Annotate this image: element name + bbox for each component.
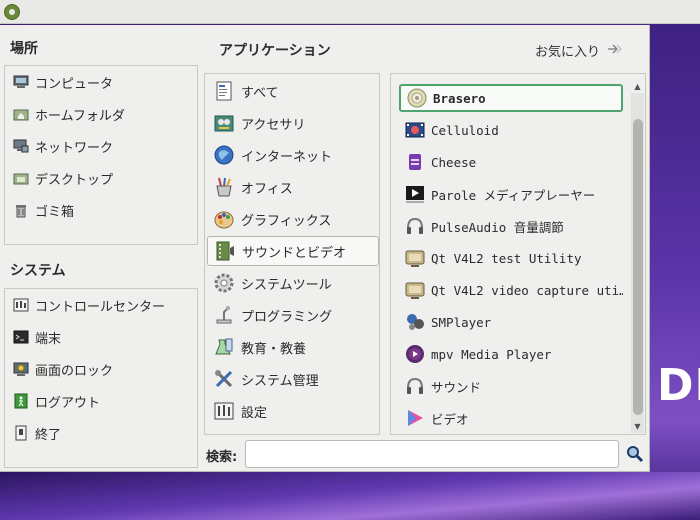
category-system-tools[interactable]: システムツール [207, 268, 379, 298]
home-folder-icon [13, 106, 29, 122]
all-apps-icon [213, 80, 235, 102]
apps-scrollbar-thumb[interactable] [633, 119, 643, 415]
app-pulseaudio[interactable]: PulseAudio 音量調節 [399, 212, 623, 240]
places-panel: コンピュータ ホームフォルダ ネットワーク デスクトップ ゴミ箱 [4, 65, 198, 245]
category-accessories[interactable]: アクセサリ [207, 108, 379, 138]
category-administration[interactable]: システム管理 [207, 364, 379, 394]
places-title: 場所 [10, 41, 38, 57]
app-parole[interactable]: Parole メディアプレーヤー [399, 180, 623, 208]
category-all[interactable]: すべて [207, 76, 379, 106]
office-icon [213, 176, 235, 198]
categories-panel: すべて アクセサリ インターネット オフィス グラフィックス サウンドとビデオ … [204, 73, 380, 435]
trash-icon [13, 202, 29, 218]
arrow-right-icon [606, 42, 622, 59]
desktop-wallpaper-bottom [0, 472, 700, 520]
search-input[interactable] [245, 440, 619, 468]
education-icon [213, 336, 235, 358]
application-menu: 場所 コンピュータ ホームフォルダ ネットワーク デスクトップ ゴミ箱 システム… [0, 25, 650, 472]
app-qvidcap[interactable]: Qt V4L2 video capture uti… [399, 276, 623, 304]
terminal-icon [13, 329, 29, 345]
category-graphics[interactable]: グラフィックス [207, 204, 379, 234]
cheese-icon [405, 152, 425, 172]
search-icon[interactable] [626, 445, 644, 463]
system-logout[interactable]: ログアウト [5, 387, 195, 415]
mpv-icon [405, 344, 425, 364]
desktop-folder-icon [13, 170, 29, 186]
parole-icon [405, 184, 425, 204]
video-icon [405, 408, 425, 428]
search-label: 検索: [206, 450, 238, 465]
system-panel: コントロールセンター 端末 画面のロック ログアウト 終了 [4, 288, 198, 468]
system-tools-icon [213, 272, 235, 294]
pulseaudio-icon [405, 216, 425, 236]
place-desktop[interactable]: デスクトップ [5, 164, 195, 192]
category-settings[interactable]: 設定 [207, 396, 379, 426]
scroll-up-icon[interactable]: ▲ [631, 81, 644, 93]
settings-icon [213, 400, 235, 422]
system-title: システム [10, 263, 66, 279]
desktop-wallpaper [650, 24, 700, 520]
category-sound-video[interactable]: サウンドとビデオ [207, 236, 379, 266]
celluloid-icon [405, 120, 425, 140]
menu-logo-icon[interactable] [4, 4, 20, 20]
shutdown-icon [13, 425, 29, 441]
category-education[interactable]: 教育・教養 [207, 332, 379, 362]
place-trash[interactable]: ゴミ箱 [5, 196, 195, 224]
administration-icon [213, 368, 235, 390]
system-terminal[interactable]: 端末 [5, 323, 195, 351]
internet-icon [213, 144, 235, 166]
scroll-down-icon[interactable]: ▼ [631, 421, 644, 433]
app-sound[interactable]: サウンド [399, 372, 623, 400]
app-cheese[interactable]: Cheese [399, 148, 623, 176]
app-celluloid[interactable]: Celluloid [399, 116, 623, 144]
computer-icon [13, 74, 29, 90]
category-programming[interactable]: プログラミング [207, 300, 379, 330]
sound-icon [405, 376, 425, 396]
network-icon [13, 138, 29, 154]
graphics-icon [213, 208, 235, 230]
accessories-icon [213, 112, 235, 134]
app-smplayer[interactable]: SMPlayer [399, 308, 623, 336]
app-brasero[interactable]: Brasero [399, 84, 623, 112]
app-video[interactable]: ビデオ [399, 404, 623, 432]
logout-icon [13, 393, 29, 409]
app-qv4l2[interactable]: Qt V4L2 test Utility [399, 244, 623, 272]
place-network[interactable]: ネットワーク [5, 132, 195, 160]
programming-icon [213, 304, 235, 326]
category-office[interactable]: オフィス [207, 172, 379, 202]
brasero-disc-icon [407, 88, 427, 108]
favorites-button[interactable]: お気に入り [535, 41, 622, 60]
sound-video-icon [214, 240, 236, 262]
wallpaper-text: DE [657, 360, 700, 411]
qv4l2-icon [405, 248, 425, 268]
lock-screen-icon [13, 361, 29, 377]
control-center-icon [13, 297, 29, 313]
apps-panel: Brasero Celluloid Cheese Parole メディアプレーヤ… [390, 73, 646, 435]
system-control-center[interactable]: コントロールセンター [5, 291, 195, 319]
top-panel [0, 0, 700, 24]
category-internet[interactable]: インターネット [207, 140, 379, 170]
system-shutdown[interactable]: 終了 [5, 419, 195, 447]
system-lock-screen[interactable]: 画面のロック [5, 355, 195, 383]
applications-title: アプリケーション [219, 43, 331, 59]
smplayer-icon [405, 312, 425, 332]
place-home-folder[interactable]: ホームフォルダ [5, 100, 195, 128]
favorites-label: お気に入り [535, 45, 601, 60]
app-mpv[interactable]: mpv Media Player [399, 340, 623, 368]
qvidcap-icon [405, 280, 425, 300]
place-computer[interactable]: コンピュータ [5, 68, 195, 96]
